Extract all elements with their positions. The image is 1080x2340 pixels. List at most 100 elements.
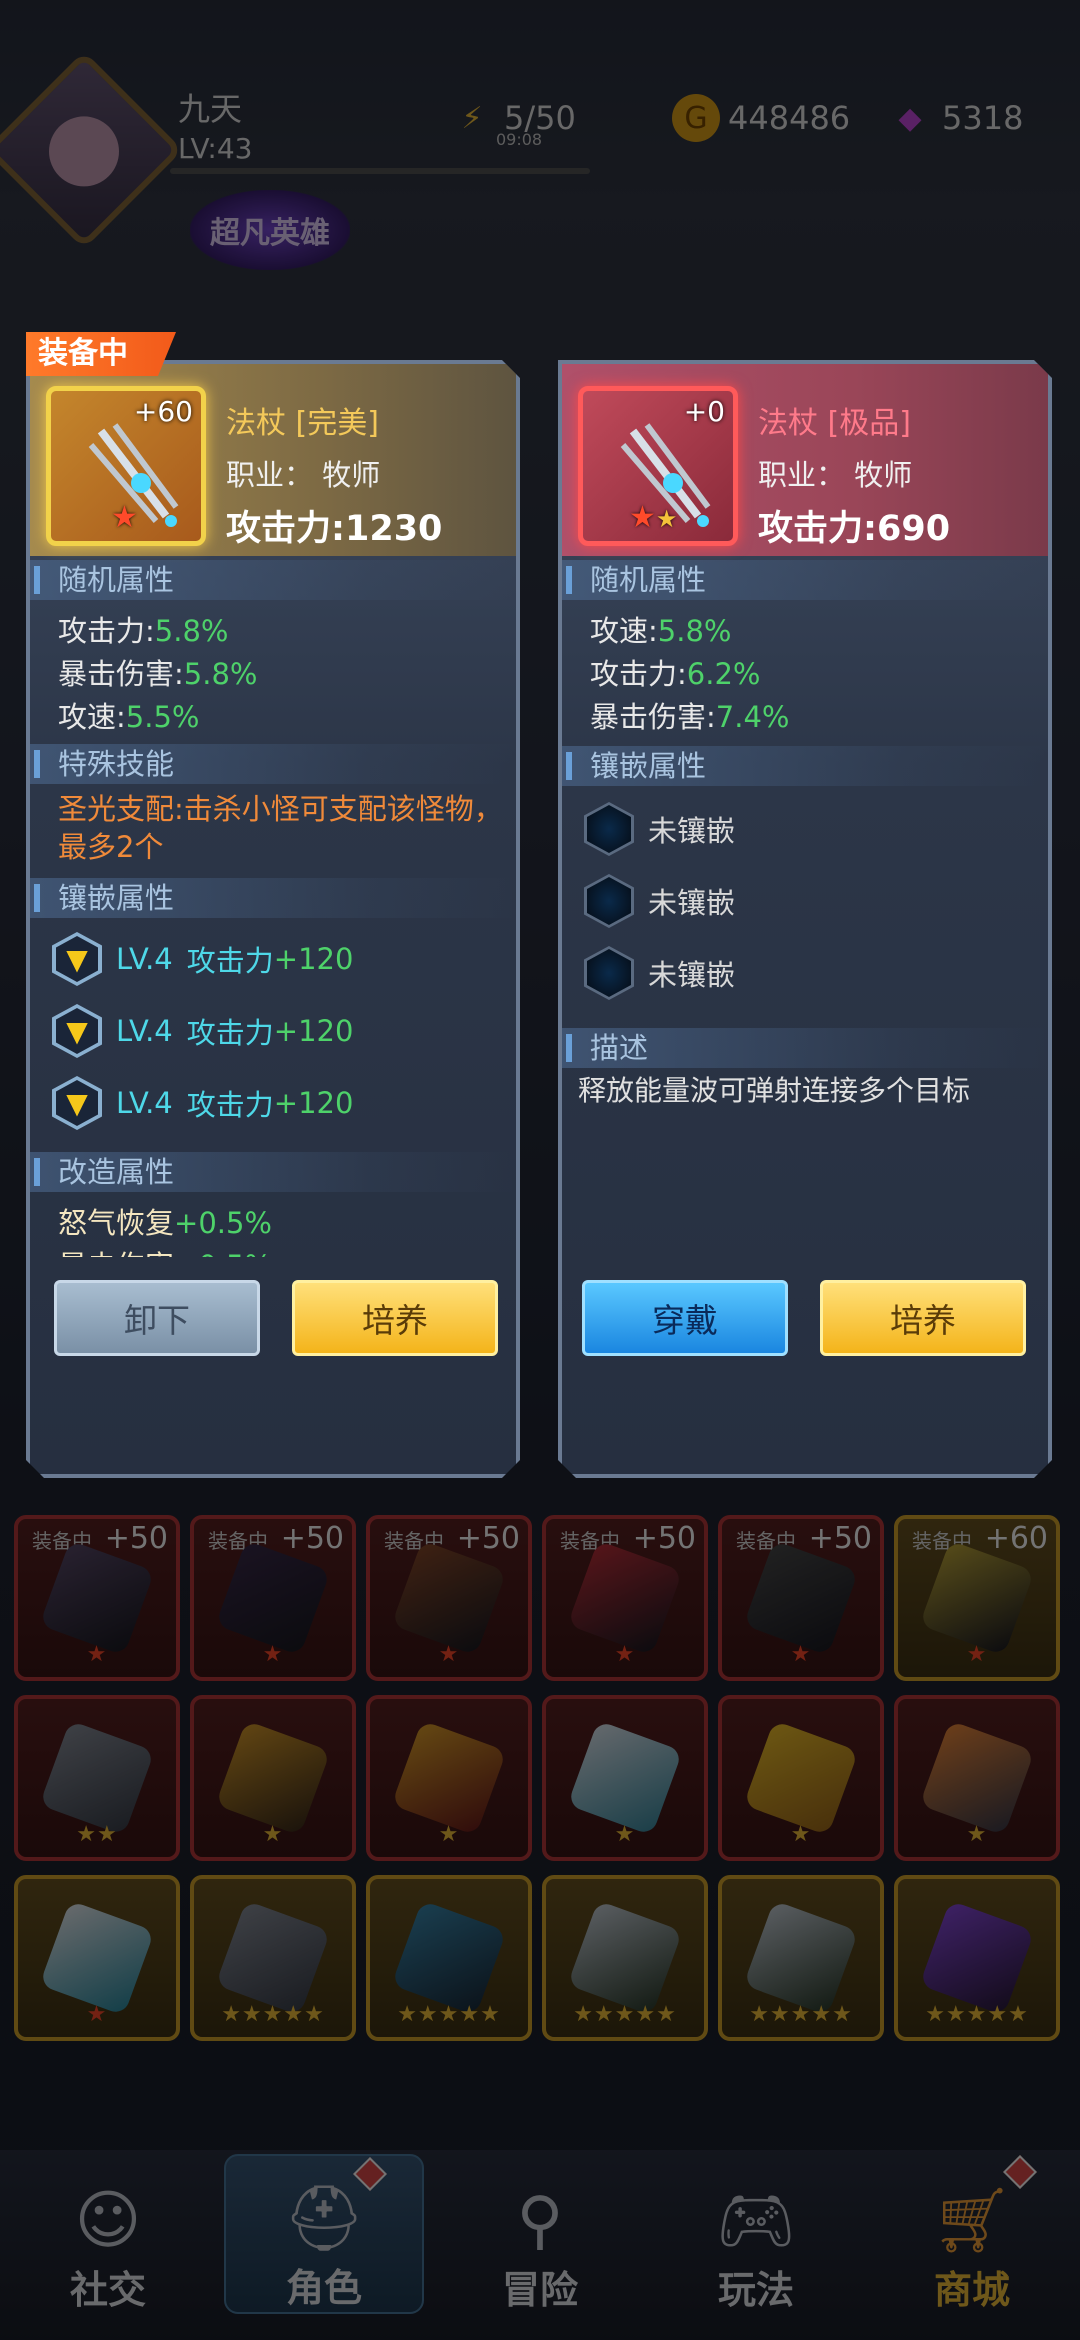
item-icon-frame: +60 ★	[46, 386, 206, 546]
helmet-icon: ⛑	[283, 2182, 365, 2256]
item-art	[215, 1900, 331, 2016]
inventory-slot[interactable]: ★★★★★	[190, 1875, 356, 2041]
gold-counter[interactable]: G 448486	[672, 90, 850, 146]
equipped-item-panel: +60 ★ 法杖 [完美] 职业： 牧师 攻击力:1230 随机属性 攻击力:5…	[26, 360, 520, 1478]
inventory-slot[interactable]: ★★★★★	[894, 1875, 1060, 2041]
train-button[interactable]: 培养	[820, 1280, 1026, 1356]
star-rating: ★	[438, 1642, 460, 1667]
inventory-slot[interactable]: ★★★★★	[366, 1875, 532, 2041]
inlay-attr: 攻击力	[186, 1088, 274, 1122]
attr-value: 5.5%	[125, 700, 200, 734]
diamond-icon: ◆	[898, 100, 922, 136]
attr-row: 暴击伤害+0.5%	[58, 1243, 272, 1257]
inventory-slot[interactable]: ★	[542, 1695, 708, 1861]
attr-value: +0.5%	[174, 1249, 272, 1257]
inlay-level: LV.4	[116, 1014, 173, 1048]
inventory-slot[interactable]: 装备中 +50 ★	[366, 1515, 532, 1681]
gem-counter[interactable]: ◆ 5318	[886, 90, 1023, 146]
attr-row: 怒气恢复+0.5%	[58, 1200, 272, 1242]
nav-adventure[interactable]: ⚲ 冒险	[440, 2154, 640, 2314]
slot-enhance-level: +50	[632, 1521, 696, 1556]
inlay-empty-label: 未镶嵌	[648, 886, 736, 920]
item-class: 职业： 牧师	[226, 458, 381, 492]
enhance-level: +60	[133, 395, 193, 428]
inventory-slot[interactable]: ★	[894, 1695, 1060, 1861]
nav-label: 玩法	[717, 2268, 794, 2312]
attr-label: 暴击伤害:	[58, 657, 184, 691]
inventory-slot[interactable]: 装备中 +50 ★	[190, 1515, 356, 1681]
inventory-slot[interactable]: 装备中 +50 ★	[14, 1515, 180, 1681]
map-pin-icon: ⚲	[516, 2184, 564, 2258]
gold-value: 448486	[728, 99, 851, 137]
attr-value: 5.8%	[154, 614, 229, 648]
inlay-level: LV.4	[116, 942, 173, 976]
empty-socket-icon	[584, 874, 634, 928]
inlay-attr: 攻击力	[186, 944, 274, 978]
inventory-slot[interactable]: ★	[718, 1695, 884, 1861]
slot-enhance-level: +50	[456, 1521, 520, 1556]
inventory-slot[interactable]: ★	[14, 1875, 180, 2041]
empty-socket-icon	[584, 946, 634, 1000]
attr-label: 攻速:	[58, 700, 126, 734]
item-art	[919, 1900, 1035, 2016]
energy-counter[interactable]: ⚡ 5/50 09:08	[448, 90, 575, 149]
star-rating: ★★★★★	[749, 2002, 853, 2027]
star-rating: ★★★★★	[925, 2002, 1029, 2027]
star-rating: ★	[86, 1642, 108, 1667]
nav-play[interactable]: 🎮︎ 玩法	[656, 2154, 856, 2314]
star-rating: ★	[262, 1642, 284, 1667]
inventory-slot[interactable]: ★	[366, 1695, 532, 1861]
level-progress-bar	[170, 168, 590, 174]
attr-label: 攻击力:	[590, 657, 687, 691]
unequip-button[interactable]: 卸下	[54, 1280, 260, 1356]
attr-value: +0.5%	[174, 1206, 272, 1240]
inventory-slot[interactable]: ★★★★★	[718, 1875, 884, 2041]
attr-value: 6.2%	[686, 657, 761, 691]
attr-row: 攻速:5.8%	[590, 608, 731, 650]
inventory-slot[interactable]: ★★	[14, 1695, 180, 1861]
star-rating: ★	[966, 1822, 988, 1847]
player-avatar[interactable]	[0, 51, 183, 249]
attr-row: 攻击力:6.2%	[590, 651, 760, 693]
item-art	[39, 1540, 155, 1656]
section-random-attrs: 随机属性	[562, 560, 1048, 600]
train-button[interactable]: 培养	[292, 1280, 498, 1356]
social-icon: ☺	[74, 2184, 142, 2258]
wear-button[interactable]: 穿戴	[582, 1280, 788, 1356]
section-special-skill: 特殊技能	[30, 744, 516, 784]
inventory-slot[interactable]: 装备中 +60 ★	[894, 1515, 1060, 1681]
inventory-slot[interactable]: ★	[190, 1695, 356, 1861]
attr-value: 7.4%	[715, 700, 790, 734]
inlay-empty-label: 未镶嵌	[648, 814, 736, 848]
item-art	[215, 1720, 331, 1836]
inventory-row: 装备中 +50 ★ 装备中 +50 ★ 装备中 +50 ★ 装备中 +50 ★ 装备中 +50 ★ 装备中 +6…	[14, 1515, 1066, 1681]
nav-shop[interactable]: 🛒︎ 商城	[872, 2154, 1072, 2314]
nav-role[interactable]: ⛑ 角色	[224, 2154, 424, 2314]
cart-icon: 🛒︎	[931, 2184, 1013, 2258]
inlay-row: ▼ LV.4 攻击力 +120	[52, 932, 353, 986]
empty-socket-icon	[584, 802, 634, 856]
item-icon-frame: +0 ★★	[578, 386, 738, 546]
star-rating: ★★	[76, 1822, 118, 1847]
inventory-slot[interactable]: 装备中 +50 ★	[542, 1515, 708, 1681]
star-rating: ★	[614, 1822, 636, 1847]
attr-label: 攻击力:	[58, 614, 155, 648]
nav-label: 商城	[933, 2268, 1010, 2312]
gem-socket-icon: ▼	[52, 1004, 102, 1058]
nav-social[interactable]: ☺ 社交	[8, 2154, 208, 2314]
inventory-row: ★ ★★★★★ ★★★★★ ★★★★★ ★★★★★ ★★★★★	[14, 1875, 1066, 2041]
gold-coin-icon: G	[672, 94, 720, 142]
lightning-icon: ⚡	[461, 100, 483, 136]
star-rating: ★★	[629, 500, 678, 535]
slot-enhance-level: +50	[808, 1521, 872, 1556]
inventory-slot[interactable]: 装备中 +50 ★	[718, 1515, 884, 1681]
player-level: LV:43	[178, 132, 253, 165]
gem-socket-icon: ▼	[52, 932, 102, 986]
inlay-row: 未镶嵌	[584, 946, 735, 1000]
star-rating: ★★★★★	[397, 2002, 501, 2027]
compare-item-panel: +0 ★★ 法杖 [极品] 职业： 牧师 攻击力:690 随机属性 攻速:5.8…	[558, 360, 1052, 1478]
attr-label: 怒气恢复	[58, 1206, 175, 1240]
inlay-value: +120	[273, 1014, 354, 1048]
equipped-tag: 装备中	[26, 332, 176, 376]
inventory-slot[interactable]: ★★★★★	[542, 1875, 708, 2041]
